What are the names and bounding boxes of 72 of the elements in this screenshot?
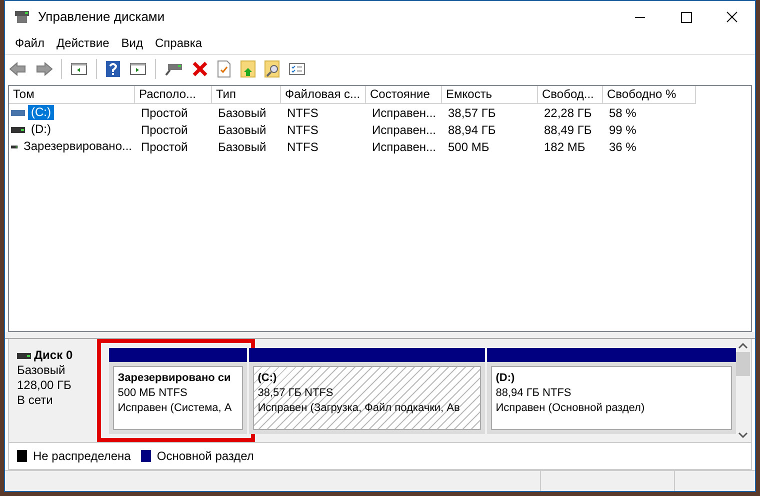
volume-icon [11,110,25,116]
menu-item[interactable]: Действие [50,36,116,50]
view-pane-icon[interactable] [129,61,147,77]
checklist-icon[interactable] [216,60,232,78]
console-tree-icon[interactable] [70,61,88,77]
table-cell: NTFS [287,140,318,154]
window-title: Управление дисками [38,9,165,24]
disk-name: Диск 0 [34,348,73,363]
volume-icon [11,144,18,150]
table-cell: Простой [141,106,188,120]
menu-item[interactable]: Файл [9,36,51,50]
scroll-up-icon[interactable] [738,343,748,349]
column-header[interactable]: Располо... [135,86,212,104]
table-cell: 99 % [609,122,636,136]
folder-search-icon[interactable] [264,60,280,78]
partition-size: 500 МБ NTFS [118,386,188,401]
table-cell: Исправен... [372,122,436,136]
partition-status: Исправен (Загрузка, Файл подкачки, Ав [258,401,461,416]
table-cell: NTFS [287,122,318,136]
volume-name[interactable]: (C:) [28,105,54,120]
disk-status: В сети [17,393,54,408]
table-cell: Базовый [218,140,266,154]
drive-icon[interactable] [164,61,184,77]
column-header[interactable]: Файловая с... [281,86,366,104]
table-cell: NTFS [287,106,318,120]
volume-name[interactable]: Зарезервировано... [20,139,135,154]
menu-item[interactable]: Справка [149,36,208,50]
table-cell: 58 % [609,106,636,120]
table-cell: Простой [141,140,188,154]
volume-name[interactable]: (D:) [28,122,54,137]
partition-block[interactable]: (C:) 38,57 ГБ NTFS Исправен (Загрузка, Файл подкачки, Ав [248,348,485,434]
partition-size: 88,94 ГБ NTFS [496,386,572,401]
properties-list-icon[interactable] [288,61,306,77]
partition-name: Зарезервировано си [118,371,232,386]
table-cell: 500 МБ [448,140,490,154]
table-cell: 88,94 ГБ [448,122,496,136]
folder-up-icon[interactable] [240,60,256,78]
table-cell: 38,57 ГБ [448,106,496,120]
table-cell: Базовый [218,122,266,136]
table-cell: Базовый [218,106,266,120]
disk-type: Базовый [17,363,66,378]
help-icon[interactable] [105,60,121,78]
column-header[interactable]: Емкость [442,86,538,104]
scroll-down-icon[interactable] [738,432,748,438]
column-header[interactable]: Свободно % [603,86,696,104]
column-header[interactable]: Том [9,86,135,104]
partition-size: 38,57 ГБ NTFS [258,386,334,401]
partition-status: Исправен (Основной раздел) [496,401,646,416]
table-cell: 36 % [609,140,636,154]
partition-name: (C:) [258,371,278,386]
scroll-thumb[interactable] [736,352,750,376]
menu-item[interactable]: Вид [115,36,149,50]
legend-label: Не распределена [33,449,131,463]
partition-block[interactable]: Зарезервировано си 500 МБ NTFS Исправен (Система, А [108,348,247,434]
table-cell: 182 МБ [544,140,586,154]
table-cell: 22,28 ГБ [544,106,592,120]
volume-icon [11,126,25,132]
partition-name: (D:) [496,371,516,386]
table-cell: Исправен... [372,106,436,120]
delete-icon[interactable] [192,61,208,77]
partition-block[interactable]: (D:) 88,94 ГБ NTFS Исправен (Основной раздел) [486,348,736,434]
table-cell: 88,49 ГБ [544,122,592,136]
forward-arrow-icon[interactable] [35,61,53,77]
column-header[interactable]: Свобод... [538,86,603,104]
column-header[interactable]: Состояние [366,86,442,104]
table-cell: Простой [141,122,188,136]
legend-label: Основной раздел [156,449,254,463]
table-cell: Исправен... [372,140,436,154]
partition-status: Исправен (Система, А [118,401,233,416]
column-header[interactable]: Тип [212,86,281,104]
disk-size: 128,00 ГБ [17,378,72,393]
back-arrow-icon[interactable] [9,61,27,77]
